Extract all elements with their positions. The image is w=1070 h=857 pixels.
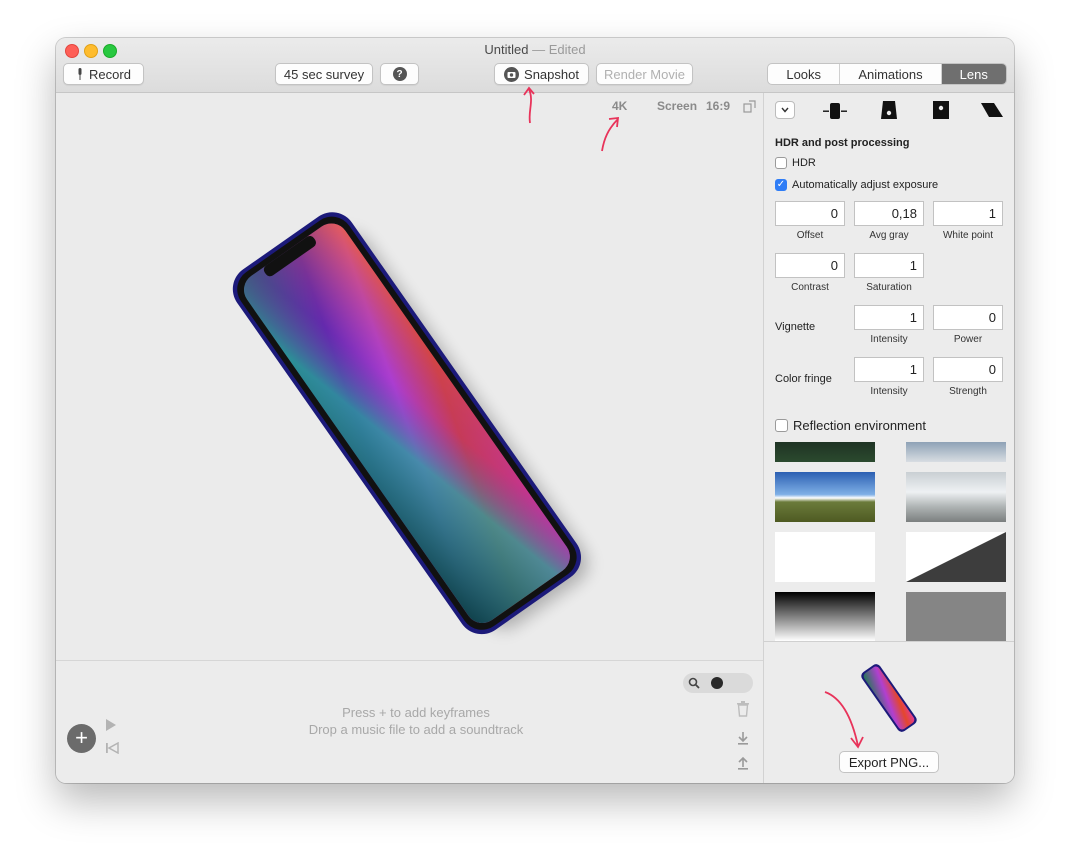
environment-thumbnail-split[interactable] xyxy=(906,532,1006,582)
snapshot-button[interactable]: Snapshot xyxy=(494,63,589,85)
checkmark-icon[interactable]: ✓ xyxy=(775,179,787,191)
camera-side-view-icon[interactable] xyxy=(822,102,848,120)
vignette-label: Vignette xyxy=(775,321,816,333)
rotate-screen-icon[interactable] xyxy=(743,99,757,113)
chevron-down-icon xyxy=(781,107,789,113)
record-button[interactable]: Record xyxy=(63,63,144,85)
tab-animations[interactable]: Animations xyxy=(840,64,942,84)
render-movie-button[interactable]: Render Movie xyxy=(596,63,693,85)
camera-top-view-icon[interactable] xyxy=(931,100,951,120)
vignette-power-field[interactable]: 0 xyxy=(933,305,1003,330)
saturation-field[interactable]: 1 xyxy=(854,253,924,278)
vignette-intensity-label: Intensity xyxy=(870,334,908,345)
white-point-field[interactable]: 1 xyxy=(933,201,1003,226)
export-png-button[interactable]: Export PNG... xyxy=(839,751,939,773)
contrast-label: Contrast xyxy=(791,282,829,293)
keyframe-hint: Press + to add keyframes xyxy=(342,705,490,720)
annotation-arrow-icon xyxy=(822,690,868,750)
environment-thumbnail-studio[interactable] xyxy=(906,442,1006,462)
tab-looks[interactable]: Looks xyxy=(768,64,841,84)
avg-gray-label: Avg gray xyxy=(869,230,909,241)
upload-icon[interactable] xyxy=(736,756,750,770)
color-fringe-label: Color fringe xyxy=(775,373,832,385)
lens-dropdown-button[interactable] xyxy=(775,101,795,119)
environment-thumbnail-field[interactable] xyxy=(775,472,875,522)
resolution-label[interactable]: 4K xyxy=(612,99,627,113)
microphone-icon xyxy=(76,68,84,80)
camera-icon xyxy=(504,66,520,82)
soundtrack-hint: Drop a music file to add a soundtrack xyxy=(308,722,524,737)
white-point-label: White point xyxy=(942,230,994,241)
zoom-slider[interactable] xyxy=(683,673,753,693)
phone-3d-preview[interactable] xyxy=(202,197,622,657)
inspector-tabs: Looks Animations Lens xyxy=(767,63,1007,85)
annotation-arrow-icon xyxy=(520,85,540,125)
checkbox-box[interactable] xyxy=(775,419,788,432)
hdr-checkbox[interactable]: HDR xyxy=(775,157,816,169)
color-fringe-intensity-field[interactable]: 1 xyxy=(854,357,924,382)
camera-angle-view-icon[interactable] xyxy=(980,101,1004,119)
edited-status: — Edited xyxy=(532,42,586,57)
help-button[interactable]: ? xyxy=(380,63,419,85)
plus-icon: + xyxy=(75,724,88,750)
environment-thumbnail-gradient[interactable] xyxy=(775,592,875,641)
timeline[interactable]: + Press + to add keyframes Drop a music … xyxy=(56,660,763,783)
color-fringe-strength-label: Strength xyxy=(949,386,987,397)
camera-front-view-icon[interactable] xyxy=(879,100,899,120)
lens-inspector-panel: HDR and post processing HDR ✓ Automatica… xyxy=(763,93,1014,783)
offset-label: Offset xyxy=(796,230,824,241)
add-keyframe-button[interactable]: + xyxy=(67,724,96,753)
trash-icon[interactable] xyxy=(736,701,750,717)
screen-label: Screen xyxy=(657,99,698,113)
app-window: Untitled — Edited Record 45 sec survey ?… xyxy=(56,38,1014,783)
aspect-ratio-label[interactable]: 16:9 xyxy=(706,99,730,113)
window-title: Untitled — Edited xyxy=(484,42,586,57)
auto-exposure-checkbox[interactable]: ✓ Automatically adjust exposure xyxy=(775,179,938,191)
zoom-slider-knob[interactable] xyxy=(711,677,723,689)
environment-thumbnail-warehouse[interactable] xyxy=(906,472,1006,522)
contrast-field[interactable]: 0 xyxy=(775,253,845,278)
search-icon xyxy=(688,677,700,689)
skip-to-start-icon[interactable] xyxy=(105,742,119,754)
color-fringe-intensity-label: Intensity xyxy=(870,386,908,397)
environment-thumbnail-forest[interactable] xyxy=(775,442,875,462)
avg-gray-field[interactable]: 0,18 xyxy=(854,201,924,226)
environment-thumbnail-gray[interactable] xyxy=(906,592,1006,641)
vignette-intensity-field[interactable]: 1 xyxy=(854,305,924,330)
download-icon[interactable] xyxy=(736,731,750,745)
environment-thumbnail-white[interactable] xyxy=(775,532,875,582)
vignette-power-label: Power xyxy=(953,334,983,345)
section-title: HDR and post processing xyxy=(775,137,910,149)
play-icon[interactable] xyxy=(105,718,117,732)
export-area: Export PNG... xyxy=(764,641,1014,783)
tab-lens[interactable]: Lens xyxy=(941,64,1006,84)
saturation-label: Saturation xyxy=(866,282,912,293)
reflection-environment-checkbox[interactable]: Reflection environment xyxy=(775,418,926,433)
scene-viewport[interactable]: 4K Screen 16:9 xyxy=(56,86,763,660)
help-icon: ? xyxy=(392,67,407,81)
offset-field[interactable]: 0 xyxy=(775,201,845,226)
survey-button[interactable]: 45 sec survey xyxy=(275,63,373,85)
color-fringe-strength-field[interactable]: 0 xyxy=(933,357,1003,382)
annotation-arrow-icon xyxy=(596,113,626,153)
checkbox-box[interactable] xyxy=(775,157,787,169)
